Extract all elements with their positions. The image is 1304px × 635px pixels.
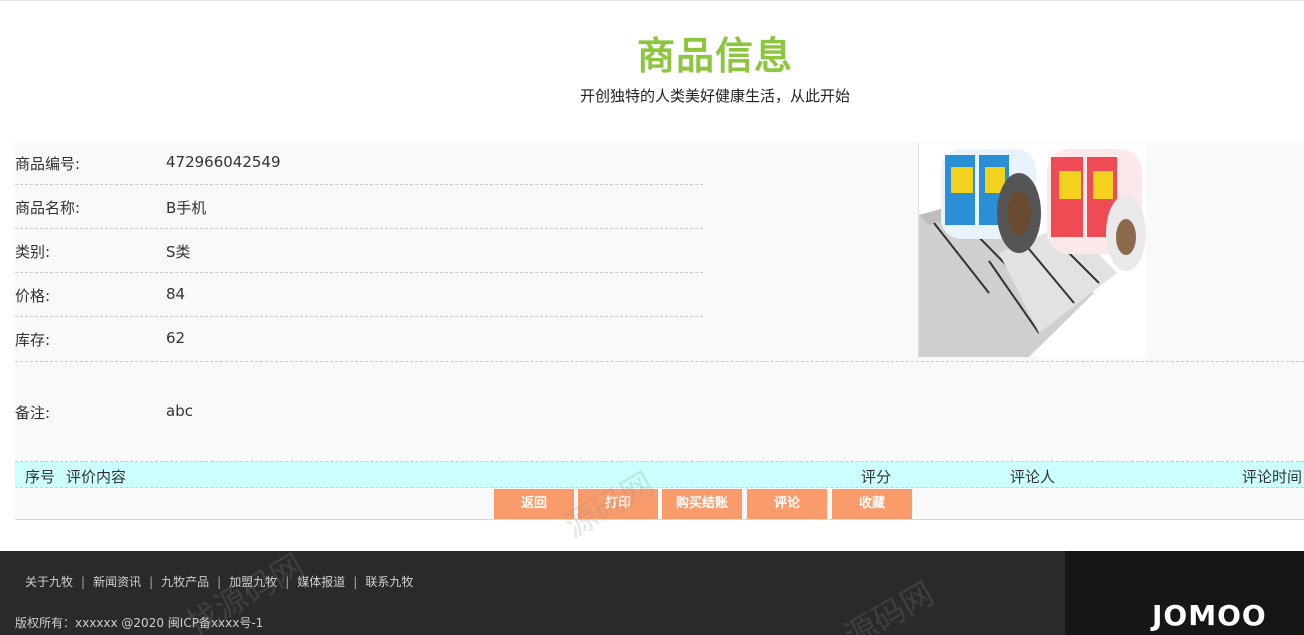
remark-label: 备注: (15, 404, 51, 422)
field-row-price: 价格: 84 (15, 273, 703, 317)
column-header-index: 序号 (25, 468, 56, 486)
field-row-product-name: 商品名称: B手机 (15, 185, 703, 229)
label-rolls-image (919, 143, 1146, 357)
column-header-reviewer: 评论人 (1010, 468, 1056, 486)
field-label: 商品名称: (15, 199, 81, 217)
column-header-content: 评价内容 (66, 468, 127, 486)
favorite-button[interactable]: 收藏 (832, 489, 912, 519)
column-header-score: 评分 (861, 468, 892, 486)
column-header-time: 评论时间 (1242, 468, 1303, 486)
field-value: 84 (166, 285, 186, 303)
field-label: 库存: (15, 331, 51, 349)
field-value: 472966042549 (166, 153, 281, 171)
print-button[interactable]: 打印 (578, 489, 658, 519)
separator: | (217, 575, 222, 589)
remark-row: 备注: abc (15, 361, 1304, 461)
remark-value: abc (166, 402, 193, 420)
product-detail-panel: 商品编号: 472966042549 商品名称: B手机 类别: S类 价格: … (15, 141, 1304, 520)
back-button[interactable]: 返回 (494, 489, 574, 519)
action-bar: 返回 打印 购买结账 评论 收藏 (15, 488, 1304, 520)
footer-link-contact[interactable]: 联系九牧 (365, 575, 413, 589)
page-header: 商品信息 开创独特的人类美好健康生活，从此开始 (0, 28, 1304, 106)
footer-link-about[interactable]: 关于九牧 (25, 575, 73, 589)
field-value: S类 (166, 243, 191, 261)
separator: | (285, 575, 290, 589)
field-row-category: 类别: S类 (15, 229, 703, 273)
field-value: B手机 (166, 199, 207, 217)
checkout-button[interactable]: 购买结账 (662, 489, 742, 519)
footer-nav: 关于九牧 | 新闻资讯 | 九牧产品 | 加盟九牧 | 媒体报道 | 联系九牧 (25, 573, 413, 590)
separator: | (81, 575, 86, 589)
page-subtitle: 开创独特的人类美好健康生活，从此开始 (579, 87, 850, 105)
field-row-stock: 库存: 62 (15, 317, 703, 361)
field-value: 62 (166, 329, 186, 347)
footer-link-media[interactable]: 媒体报道 (297, 575, 345, 589)
site-footer: JOMOO 关于九牧 | 新闻资讯 | 九牧产品 | 加盟九牧 | 媒体报道 | 联系九牧 版权所有… (0, 551, 1304, 635)
field-label: 商品编号: (15, 155, 81, 173)
field-label: 类别: (15, 243, 51, 261)
separator: | (149, 575, 154, 589)
page-title: 商品信息 (636, 34, 793, 78)
brand-logo: JOMOO (1152, 599, 1267, 632)
field-label: 价格: (15, 287, 51, 305)
top-divider (0, 0, 1304, 1)
footer-link-news[interactable]: 新闻资讯 (93, 575, 141, 589)
product-image (918, 143, 1146, 357)
footer-link-products[interactable]: 九牧产品 (161, 575, 209, 589)
copyright-text: 版权所有：xxxxxx @2020 闽ICP备xxxx号-1 (15, 616, 264, 630)
comment-button[interactable]: 评论 (747, 489, 827, 519)
separator: | (353, 575, 358, 589)
field-row-product-id: 商品编号: 472966042549 (15, 141, 703, 185)
footer-link-franchise[interactable]: 加盟九牧 (229, 575, 277, 589)
review-table-header: 序号 评价内容 评分 评论人 评论时间 (15, 461, 1304, 488)
